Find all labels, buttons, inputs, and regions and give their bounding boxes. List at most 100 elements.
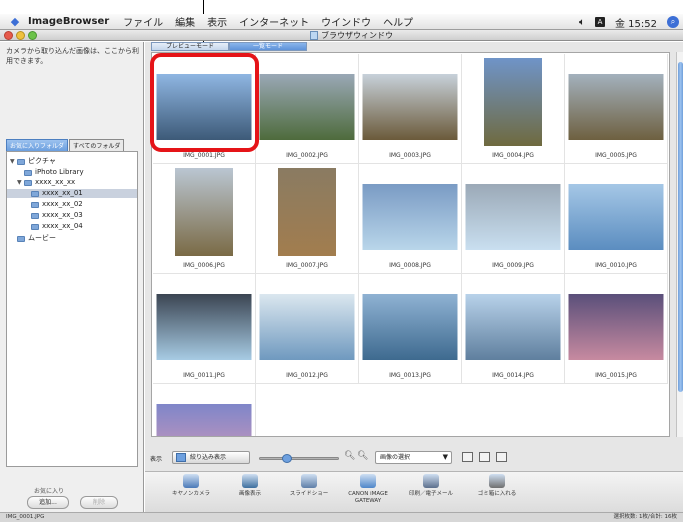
input-method-icon[interactable]: A [595,17,605,27]
remove-favorite-button[interactable]: 削除 [80,496,118,509]
tree-node-pictures[interactable]: ▼ ピクチャ [10,157,56,166]
rotate-left-icon[interactable] [462,452,473,462]
thumbnail-image[interactable] [465,294,561,360]
thumbnail-filename: IMG_0014.JPG [492,372,534,379]
volume-icon[interactable]: 🔈︎ [579,17,585,28]
toolbar-label: 画像表示 [238,491,261,497]
menu-help[interactable]: ヘルプ [383,14,413,29]
thumbnail-image[interactable] [278,168,336,256]
slideshow-button[interactable]: スライドショー [279,474,339,498]
menu-window[interactable]: ウインドウ [321,14,371,29]
disclosure-triangle-icon[interactable]: ▼ [17,178,24,187]
tree-node-folder-04[interactable]: xxxx_xx_04 [31,222,83,231]
window-title-text: ブラウザウィンドウ [321,31,393,40]
status-counts: 選択枚数: 1枚/合計: 16枚 [613,514,677,520]
slideshow-icon [301,474,317,488]
folder-icon [31,201,39,208]
thumbnail-image[interactable] [362,294,458,360]
thumbnail-cell[interactable]: IMG_0002.JPG [256,54,359,164]
zoom-in-icon[interactable]: 🔍︎ [357,451,368,461]
thumbnail-cell[interactable]: IMG_0003.JPG [359,54,462,164]
slider-knob[interactable] [282,454,292,463]
tab-preview-mode[interactable]: プレビューモード [151,42,229,51]
thumbnail-image[interactable] [568,184,664,250]
minimize-button[interactable] [16,31,25,40]
thumbnail-cell[interactable]: IMG_0009.JPG [462,164,565,274]
menu-view[interactable]: 表示 [207,14,227,29]
tree-node-folder-03[interactable]: xxxx_xx_03 [31,211,83,220]
thumbnail-cell[interactable]: IMG_0005.JPG [565,54,668,164]
thumbnail-cell[interactable]: IMG_0014.JPG [462,274,565,384]
menu-internet[interactable]: インターネット [239,14,309,29]
thumbnail-image[interactable] [156,294,252,360]
spotlight-icon[interactable]: ⌕ [667,16,679,28]
zoom-out-icon[interactable]: 🔍︎ [344,451,355,461]
toolbar-label: スライドショー [289,491,329,497]
tree-node-movies[interactable]: ムービー [17,234,56,243]
thumbnail-filename: IMG_0005.JPG [595,152,637,159]
tree-node-iphoto[interactable]: iPhoto Library [24,168,84,177]
canon-camera-button[interactable]: キヤノンカメラ [161,474,221,498]
folder-icon [31,190,39,197]
folder-icon [17,235,25,242]
thumbnail-cell[interactable]: IMG_0008.JPG [359,164,462,274]
menu-file[interactable]: ファイル [123,14,163,29]
print-email-button[interactable]: 印刷／電子メール [401,474,461,498]
thumbnail-image[interactable] [465,184,561,250]
thumbnail-image[interactable] [568,294,664,360]
thumbnail-filename: IMG_0002.JPG [286,152,328,159]
tree-node-folder-02[interactable]: xxxx_xx_02 [31,200,83,209]
thumbnail-cell[interactable]: IMG_0004.JPG [462,54,565,164]
thumbnail-cell[interactable] [153,384,256,436]
thumbnail-image[interactable] [568,74,664,140]
chevron-down-icon: ▼ [442,453,448,461]
add-favorite-button[interactable]: 追加... [27,496,69,509]
vertical-scrollbar[interactable] [676,52,683,437]
folder-tree[interactable]: ▼ ピクチャ iPhoto Library ▼ xxxx_xx_xx xxxx_… [6,151,138,467]
scrollbar-thumb[interactable] [678,62,683,392]
view-icon [242,474,258,488]
tree-node-date-folder[interactable]: ▼ xxxx_xx_xx [17,178,75,187]
view-image-button[interactable]: 画像表示 [220,474,280,498]
folder-icon [24,169,32,176]
tree-node-selected[interactable]: xxxx_xx_01 [7,189,137,198]
menu-edit[interactable]: 編集 [175,14,195,29]
print-icon [423,474,439,488]
canon-image-gateway-button[interactable]: CANON iMAGE GATEWAY [338,474,398,505]
thumbnail-cell[interactable]: IMG_0013.JPG [359,274,462,384]
disclosure-triangle-icon[interactable]: ▼ [10,157,17,166]
filter-button-label: 絞り込み表示 [190,454,227,461]
thumbnail-image[interactable] [175,168,233,256]
rotate-right-icon[interactable] [479,452,490,462]
filter-button[interactable]: 絞り込み表示 [172,451,250,464]
close-button[interactable] [4,31,13,40]
thumbnail-image[interactable] [156,404,252,436]
menubar-clock[interactable]: 金 15:52 [615,15,657,30]
thumbnail-image[interactable] [362,184,458,250]
trash-button[interactable]: ゴミ箱に入れる [467,474,527,498]
tree-node-label: xxxx_xx_03 [42,211,83,219]
thumbnail-image[interactable] [259,74,355,140]
image-select-dropdown[interactable]: 画像の選択 ▼ [375,451,452,464]
thumbnail-cell[interactable]: IMG_0012.JPG [256,274,359,384]
thumbnail-filename: IMG_0006.JPG [183,262,225,269]
thumbnail-cell[interactable]: IMG_0011.JPG [153,274,256,384]
thumbnail-filename: IMG_0009.JPG [492,262,534,269]
thumbnail-image[interactable] [259,294,355,360]
apple-icon[interactable]: ◆ [6,15,24,28]
thumbnail-cell[interactable]: IMG_0010.JPG [565,164,668,274]
thumbnail-image[interactable] [362,74,458,140]
zoom-button[interactable] [28,31,37,40]
thumbnail-cell[interactable]: IMG_0006.JPG [153,164,256,274]
window-titlebar[interactable]: ブラウザウィンドウ [0,30,683,41]
thumbnail-cell[interactable]: IMG_0015.JPG [565,274,668,384]
tab-list-mode[interactable]: 一覧モード [229,42,307,51]
info-icon[interactable] [496,452,507,462]
thumbnail-image[interactable] [484,58,542,146]
thumbnail-cell[interactable]: IMG_0007.JPG [256,164,359,274]
menu-app-name[interactable]: ImageBrowser [28,16,109,27]
folder-icon [31,212,39,219]
filter-icon [176,453,186,462]
tree-node-label: ピクチャ [28,157,56,165]
thumbnail-size-slider[interactable] [259,454,339,463]
